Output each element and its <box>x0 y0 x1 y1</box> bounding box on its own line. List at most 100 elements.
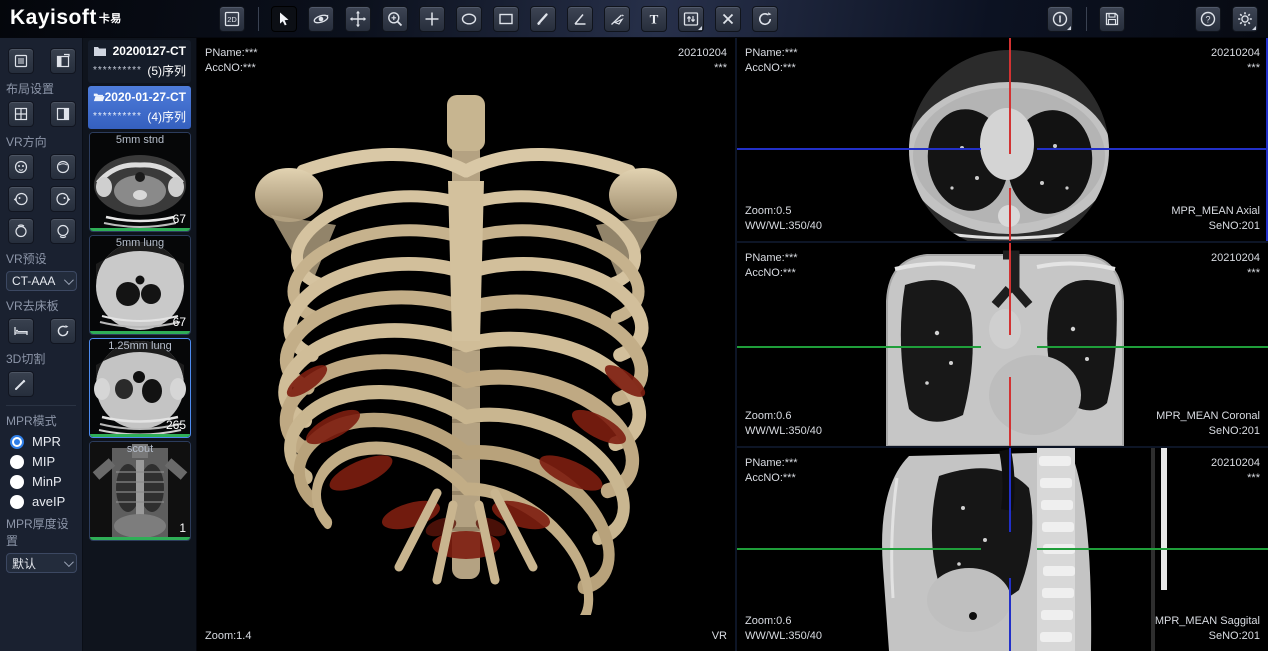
mpr-pname: PName:*** <box>745 456 798 471</box>
sagittal-crosshair-vertical-top[interactable] <box>1009 448 1011 532</box>
coronal-crosshair-vertical-bottom[interactable] <box>1009 377 1011 446</box>
vr-pname: PName:*** <box>205 46 258 61</box>
vr-direction-superior-button[interactable] <box>8 218 34 244</box>
vr-direction-anterior-button[interactable] <box>8 154 34 180</box>
zoom-in-icon <box>386 10 404 28</box>
vr-study-info: 20210204 *** <box>678 46 727 76</box>
study-item-selected[interactable]: 2020-01-27-CT ********** (4)序列 <box>88 86 191 129</box>
report-button[interactable] <box>1047 6 1073 32</box>
mpr-mode-info: MPR_MEAN Saggital SeNO:201 <box>1155 614 1260 644</box>
thumbnail-image-number: 1 <box>179 521 186 535</box>
angle-icon <box>571 10 589 28</box>
series-thumbnail-selected[interactable]: 1.25mm lung 265 <box>89 338 191 438</box>
mpr-patient-info: PName:*** AccNO:*** <box>745 46 798 76</box>
mpr-mode-info: MPR_MEAN Axial SeNO:201 <box>1171 204 1260 234</box>
view-2d-button[interactable]: 2D <box>219 6 245 32</box>
series-thumbnail[interactable]: 5mm stnd 67 <box>89 132 191 232</box>
chevron-down-icon <box>64 275 74 285</box>
vr-patient-info: PName:*** AccNO:*** <box>205 46 258 76</box>
mpr-accno: AccNO:*** <box>745 266 798 281</box>
radio-unchecked-icon <box>10 495 24 509</box>
text-annotation-tool-button[interactable]: T <box>641 6 667 32</box>
sagittal-crosshair-horizontal-left[interactable] <box>737 548 981 550</box>
text-tool-icon: T <box>645 10 663 28</box>
save-button[interactable] <box>1099 6 1125 32</box>
cursor-tool-button[interactable] <box>271 6 297 32</box>
coronal-crosshair-horizontal-left[interactable] <box>737 346 981 348</box>
protractor-icon <box>608 10 626 28</box>
vr-direction-left-button[interactable] <box>8 186 34 212</box>
thumbnail-progress-bar <box>90 537 190 540</box>
sagittal-crosshair-horizontal-right[interactable] <box>1037 548 1268 550</box>
mpr-mode-option-minp[interactable]: MinP <box>10 474 78 489</box>
crosshair-tool-button[interactable] <box>419 6 445 32</box>
mpr-study-info: 20210204 *** <box>1211 46 1260 76</box>
settings-button[interactable] <box>1232 6 1258 32</box>
thumbnail-label: scout <box>90 443 190 455</box>
sagittal-crosshair-vertical-bottom[interactable] <box>1009 578 1011 651</box>
axial-crosshair-vertical-top[interactable] <box>1009 38 1011 154</box>
series-thumbnail[interactable]: 5mm lung 67 <box>89 235 191 335</box>
split-layout-icon <box>55 106 71 122</box>
list-panel-icon <box>13 53 29 69</box>
sort-frames-button[interactable] <box>678 6 704 32</box>
measure-tool-button[interactable] <box>530 6 556 32</box>
mpr-mode-option-aveip[interactable]: aveIP <box>10 494 78 509</box>
vr-direction-right-button[interactable] <box>50 186 76 212</box>
reset-icon <box>55 323 71 339</box>
help-button[interactable]: ? <box>1195 6 1221 32</box>
ellipse-roi-tool-button[interactable] <box>456 6 482 32</box>
pan-tool-button[interactable] <box>345 6 371 32</box>
remove-bed-button[interactable] <box>8 318 34 344</box>
mpr-mode-option-mip[interactable]: MIP <box>10 454 78 469</box>
mpr-wwwl: WW/WL:350/40 <box>745 424 822 439</box>
protractor-tool-button[interactable] <box>604 6 630 32</box>
ellipse-roi-icon <box>460 10 478 28</box>
layout-grid-button[interactable] <box>8 101 34 127</box>
mpr-study-date: 20210204 <box>1211 251 1260 266</box>
study-masked-id: ********** <box>93 111 142 122</box>
delete-annotation-button[interactable] <box>715 6 741 32</box>
bed-reset-button[interactable] <box>50 318 76 344</box>
axial-crosshair-horizontal-right[interactable] <box>1037 148 1268 150</box>
rotate-3d-tool-button[interactable] <box>308 6 334 32</box>
mpr-sagittal-viewport[interactable]: PName:*** AccNO:*** 20210204 *** Zoom:0.… <box>737 448 1268 651</box>
rect-roi-tool-button[interactable] <box>493 6 519 32</box>
cut-3d-button[interactable] <box>8 371 34 397</box>
rotate-3d-icon <box>312 10 330 28</box>
layout-section-label: 布局设置 <box>6 80 78 97</box>
mpr-zoom-info: Zoom:0.6 WW/WL:350/40 <box>745 409 822 439</box>
mpr-axial-viewport[interactable]: PName:*** AccNO:*** 20210204 *** Zoom:0.… <box>737 38 1268 241</box>
study-item[interactable]: 20200127-CT ********** (5)序列 <box>88 40 191 83</box>
folder-icon <box>93 45 107 57</box>
svg-text:?: ? <box>1205 14 1210 24</box>
svg-text:T: T <box>650 12 659 27</box>
panel-layout-toggle-button[interactable] <box>50 48 76 74</box>
vr-direction-posterior-button[interactable] <box>50 154 76 180</box>
help-icon: ? <box>1199 10 1217 28</box>
series-thumbnail[interactable]: scout 1 <box>89 441 191 541</box>
vr-viewport[interactable]: PName:*** AccNO:*** 20210204 *** Zoom:1.… <box>197 38 735 651</box>
toolbar-divider <box>258 7 259 31</box>
mpr-thickness-value: 默认 <box>12 555 36 572</box>
series-list-toggle-button[interactable] <box>8 48 34 74</box>
mpr-mode-info: MPR_MEAN Coronal SeNO:201 <box>1156 409 1260 439</box>
reset-view-button[interactable] <box>752 6 778 32</box>
mpr-thickness-select[interactable]: 默认 <box>6 553 77 573</box>
zoom-tool-button[interactable] <box>382 6 408 32</box>
coronal-crosshair-vertical-top[interactable] <box>1009 243 1011 335</box>
layout-split-button[interactable] <box>50 101 76 127</box>
axial-crosshair-horizontal-left[interactable] <box>737 148 981 150</box>
mpr-coronal-viewport[interactable]: PName:*** AccNO:*** 20210204 *** Zoom:0.… <box>737 243 1268 446</box>
angle-tool-button[interactable] <box>567 6 593 32</box>
vr-preset-select[interactable]: CT-AAA <box>6 271 77 291</box>
left-sidebar: 布局设置 VR方向 <box>0 38 83 651</box>
mpr-study-info: 20210204 *** <box>1211 251 1260 281</box>
axial-crosshair-vertical-bottom[interactable] <box>1009 188 1011 241</box>
vr-direction-label: VR方向 <box>6 133 78 150</box>
radio-label: MPR <box>32 434 61 449</box>
coronal-crosshair-horizontal-right[interactable] <box>1037 346 1268 348</box>
mpr-mode-label: MPR模式 <box>6 412 78 429</box>
vr-direction-inferior-button[interactable] <box>50 218 76 244</box>
mpr-mode-option-mpr[interactable]: MPR <box>10 434 78 449</box>
